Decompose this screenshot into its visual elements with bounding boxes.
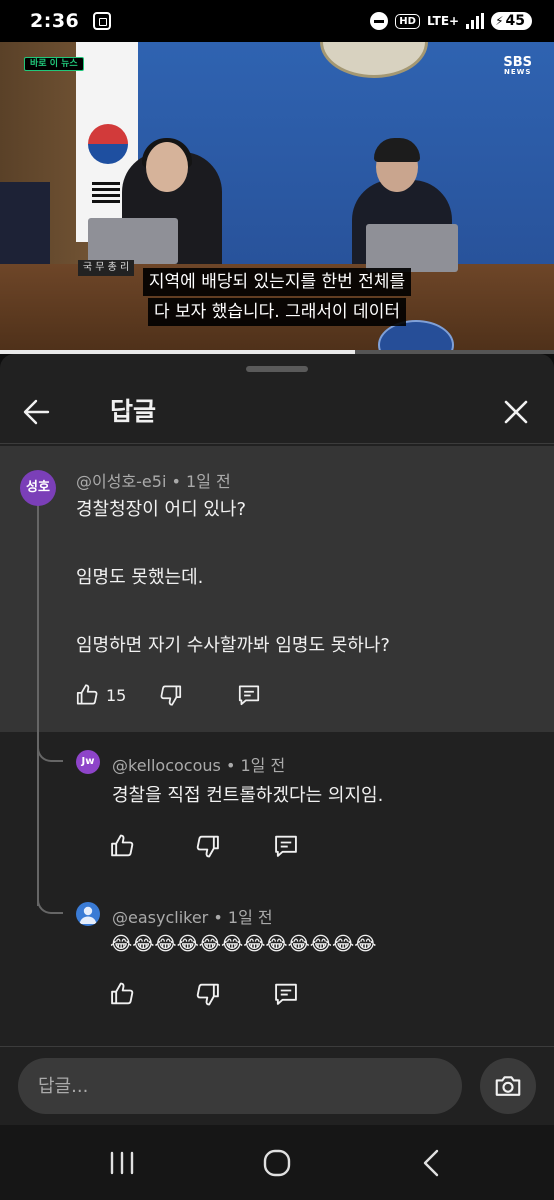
status-indicators: HD LTE+ ⚡ 45	[370, 12, 532, 30]
battery-indicator: ⚡ 45	[491, 12, 532, 30]
reply-composer	[0, 1046, 554, 1125]
like-button[interactable]	[108, 980, 138, 1010]
comment-author[interactable]: @이성호-e5i	[76, 472, 166, 491]
home-icon	[263, 1149, 291, 1177]
recent-apps-icon	[110, 1151, 134, 1175]
reply-time: 1일 전	[227, 908, 273, 927]
thumbs-up-icon	[111, 982, 134, 1005]
signal-icon	[466, 13, 485, 29]
video-flag-taegeuk	[88, 124, 128, 164]
meta-separator: •	[213, 908, 228, 927]
home-button[interactable]	[257, 1145, 297, 1181]
avatar[interactable]	[76, 902, 100, 926]
system-navigation-bar	[0, 1125, 554, 1200]
camera-button[interactable]	[480, 1058, 536, 1114]
recent-apps-button[interactable]	[102, 1145, 142, 1181]
thumbs-down-icon	[160, 685, 182, 706]
video-player[interactable]: 국 무 총 리 바로 이 뉴스 SBS NEWS 지역에 배당되 있는지를 한번…	[0, 42, 554, 354]
reply-author[interactable]: @kellococous	[112, 756, 221, 775]
close-icon	[504, 400, 528, 424]
replies-panel: 답글 성호 @이성호-e5i • 1일 전 경찰청장이 어디 있나? 임명도 못…	[0, 354, 554, 1125]
close-button[interactable]	[494, 390, 538, 434]
thumbs-up-icon	[76, 684, 98, 705]
drag-handle[interactable]	[246, 366, 308, 372]
like-button[interactable]: 15	[74, 682, 126, 708]
video-person-left	[0, 182, 50, 272]
reply-time: 1일 전	[240, 756, 286, 775]
status-bar: 2:36 HD LTE+ ⚡ 45	[0, 0, 554, 42]
battery-level: 45	[505, 13, 525, 29]
thread-line	[37, 504, 39, 906]
video-person-woman-head	[146, 142, 188, 192]
reply-meta: @kellococous • 1일 전	[112, 752, 285, 776]
back-chevron-icon	[423, 1149, 439, 1177]
thread-connector-reply-1	[37, 746, 63, 762]
comment-text-line-1: 경찰청장이 어디 있나?	[76, 499, 247, 520]
video-laptop-right	[366, 224, 458, 272]
reply-text: 😂😂😂😂😂😂😂😂😂😂😂😂	[110, 933, 377, 955]
camera-icon	[495, 1076, 521, 1096]
dislike-button[interactable]	[158, 682, 184, 708]
live-news-badge: 바로 이 뉴스	[24, 57, 84, 71]
like-count: 15	[106, 685, 127, 705]
reply-meta: @easycliker • 1일 전	[112, 904, 273, 928]
dislike-button[interactable]	[194, 832, 224, 862]
panel-title: 답글	[110, 397, 157, 426]
user-silhouette-icon	[79, 906, 97, 924]
status-time: 2:36	[30, 10, 80, 32]
reply-author[interactable]: @easycliker	[112, 908, 208, 927]
reply-button[interactable]	[272, 832, 302, 862]
video-subtitle-line-1: 지역에 배당되 있는지를 한번 전체를	[0, 268, 554, 296]
meta-separator: •	[225, 756, 241, 775]
panel-header: 답글	[0, 380, 554, 444]
avatar[interactable]: Jw	[76, 750, 100, 774]
video-flag-trigram	[92, 182, 120, 206]
comment-reply-icon	[275, 835, 297, 857]
news-logo-text: NEWS	[503, 68, 532, 76]
thumbs-down-icon	[196, 835, 219, 858]
comment-reply-icon	[275, 983, 297, 1005]
thumbs-down-icon	[196, 983, 219, 1006]
reply-input[interactable]	[18, 1058, 462, 1114]
video-laptop-left	[88, 218, 178, 264]
arrow-left-icon	[23, 399, 50, 425]
comment-time: 1일 전	[186, 472, 231, 491]
like-button[interactable]	[108, 832, 138, 862]
network-type: LTE+	[426, 14, 460, 28]
comment-reply-icon	[238, 685, 260, 706]
thumbs-up-icon	[111, 834, 134, 857]
thread-connector-reply-2	[37, 898, 63, 914]
charging-icon: ⚡	[495, 14, 504, 28]
meta-separator: •	[171, 472, 187, 491]
do-not-disturb-icon	[370, 12, 389, 30]
reply-button[interactable]	[236, 682, 262, 708]
reply-button[interactable]	[272, 980, 302, 1010]
hd-badge: HD	[395, 13, 420, 29]
avatar[interactable]: 성호	[20, 470, 56, 506]
comment-text-line-3: 임명하면 자기 수사할까봐 임명도 못하나?	[76, 635, 390, 656]
comment-meta: @이성호-e5i • 1일 전	[76, 468, 231, 492]
screenshot-icon	[93, 12, 112, 30]
comment-text-line-2: 임명도 못했는데.	[76, 567, 204, 588]
sbs-news-logo: SBS NEWS	[503, 56, 532, 76]
back-nav-button[interactable]	[412, 1145, 452, 1181]
back-button[interactable]	[16, 390, 60, 434]
dislike-button[interactable]	[194, 980, 224, 1010]
reply-text: 경찰을 직접 컨트롤하겠다는 의지임.	[112, 785, 384, 806]
video-subtitle-line-2: 다 보자 했습니다. 그래서이 데이터	[0, 298, 554, 326]
